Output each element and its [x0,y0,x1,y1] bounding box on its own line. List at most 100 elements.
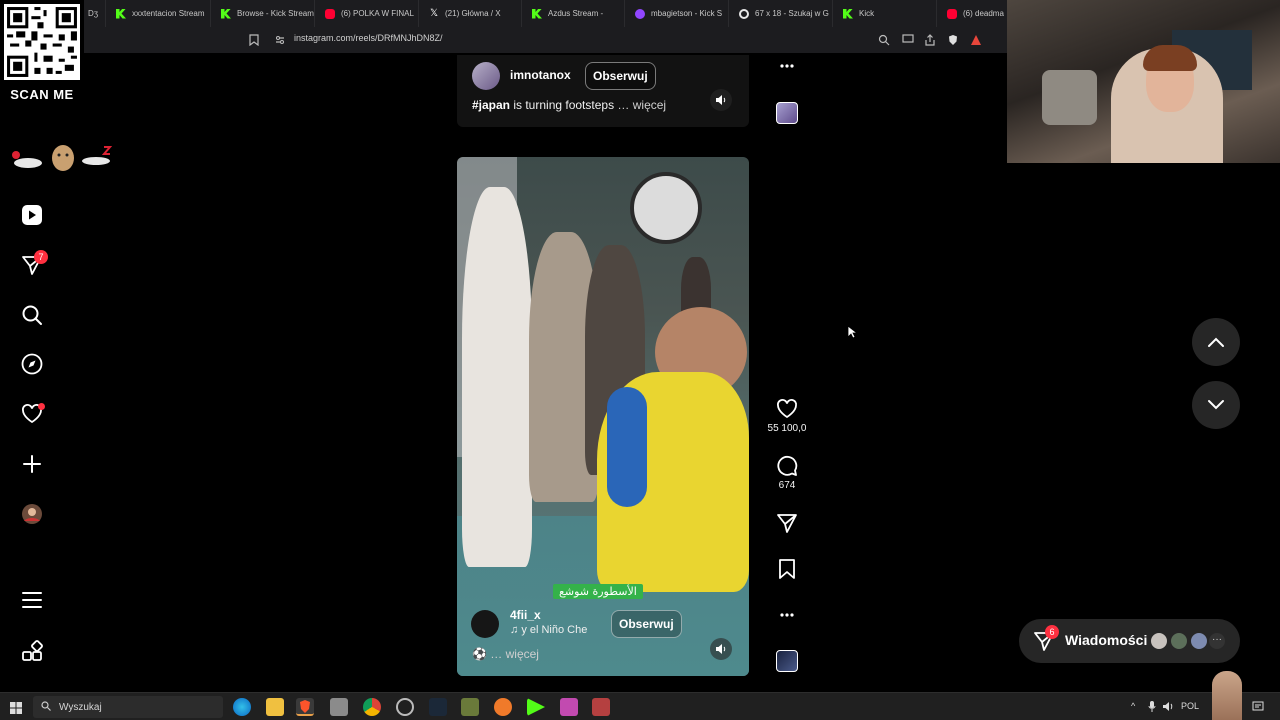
browser-tab[interactable]: Browse - Kick Stream [211,0,315,27]
avatar[interactable] [472,62,500,90]
steam-icon[interactable] [429,698,447,716]
taskbar-search[interactable]: Wyszukaj [33,696,223,718]
direct-messages-nav-icon[interactable]: 7 [20,250,48,277]
volume-icon[interactable] [710,638,732,660]
username[interactable]: imnotanox [510,68,571,82]
app-icon[interactable] [592,698,610,716]
cast-icon[interactable] [902,34,914,46]
qr-label: SCAN ME [10,87,74,102]
messages-label: Wiadomości [1065,632,1148,648]
reel-card-previous[interactable]: imnotanox Obserwuj #japan is turning foo… [457,55,749,127]
google-icon [739,8,749,19]
browser-tab[interactable]: xxxtentacion Stream [106,0,211,27]
microphone-icon[interactable] [1148,701,1156,714]
kick-icon [116,8,126,19]
obs-icon[interactable] [396,698,414,716]
previous-reel-button[interactable] [1192,318,1240,366]
youtube-icon [325,8,335,19]
youtube-icon [947,8,957,19]
qr-code-icon [4,4,80,80]
avatar [1169,631,1189,651]
edge-app-icon[interactable] [233,698,251,716]
bookmark-icon[interactable] [248,34,260,47]
wall-clock [630,172,702,244]
browser-tab[interactable]: 67 x 18 - Szukaj w G [729,0,833,27]
comment-button[interactable]: 674 [772,455,802,491]
mouse-cursor-icon [847,325,857,339]
browser-tab[interactable]: Kick [833,0,937,27]
notification-badge: 7 [34,250,48,264]
follow-button[interactable]: Obserwuj [611,610,682,638]
search-icon[interactable] [20,303,44,327]
webcam-overlay [1007,0,1280,163]
create-plus-icon[interactable] [20,452,44,476]
more-avatars-icon: ··· [1207,631,1227,651]
volume-icon[interactable] [1162,701,1174,714]
kick-icon[interactable] [527,698,545,716]
more-link[interactable]: … więcej [617,98,666,112]
hashtag-link[interactable]: #japan [472,98,510,112]
browser-tab[interactable]: (6) POLKA W FINAL [315,0,419,27]
zoom-icon[interactable] [878,34,890,46]
notifications-icon[interactable] [1252,701,1264,714]
also-from-meta-icon[interactable] [20,639,44,663]
app-icon[interactable] [330,698,348,716]
share-button[interactable] [772,512,802,534]
windows-start-icon[interactable] [10,701,22,719]
save-button[interactable] [772,558,802,580]
reels-nav-icon[interactable] [20,203,44,227]
browser-tab[interactable]: (6) deadma [937,0,1008,27]
profile-avatar[interactable] [20,502,44,526]
browser-tab[interactable]: mbagietson - Kick S [625,0,729,27]
next-reel-button[interactable] [1192,381,1240,429]
messages-button[interactable]: 6 Wiadomości ··· [1019,619,1240,663]
address-bar[interactable]: instagram.com/reels/DRfMNJhDN8Z/ [84,27,1008,53]
more-options-icon[interactable] [772,607,802,623]
browser-tab[interactable]: Azdus Stream - [522,0,625,27]
app-icon[interactable] [494,698,512,716]
app-icon[interactable] [560,698,578,716]
x-icon: 𝕏 [429,7,439,19]
tray-chevron-up-icon[interactable]: ^ [1131,701,1135,711]
screen: Dʒ xxxtentacion Stream Browse - Kick Str… [0,0,1280,720]
language-indicator[interactable]: POL [1181,701,1199,711]
soccer-ball-icon: ⚽ [472,647,487,661]
audio-thumbnail[interactable] [776,650,798,672]
reel-card-current[interactable]: الأسطورة شوشع 4fii_x ♫ y el Niño Che Obs… [457,157,749,676]
heart-icon [777,399,797,419]
caption-text: is turning footsteps [510,98,615,112]
browser-tab-strip: Dʒ xxxtentacion Stream Browse - Kick Str… [0,0,1008,27]
audio-track[interactable]: ♫ y el Niño Che [510,624,587,636]
chevron-down-icon [1208,400,1224,410]
file-explorer-icon[interactable] [266,698,284,716]
avatar [1149,631,1169,651]
reel-caption: ⚽ … więcej [472,647,539,661]
explore-compass-icon[interactable] [20,352,44,376]
reel-caption: #japan is turning footsteps … więcej [472,98,702,112]
more-link[interactable]: … więcej [490,647,539,661]
like-button[interactable]: 55 100,0 [768,398,806,434]
bookmark-icon [779,559,795,579]
browser-tab[interactable]: 𝕏 (21) Główna / X [419,0,522,27]
minecraft-icon[interactable] [461,698,479,716]
site-settings-icon[interactable] [274,34,286,46]
browser-tab[interactable]: Dʒ [84,0,106,27]
avatar[interactable] [471,610,499,638]
brave-rewards-icon[interactable] [970,34,982,46]
share-icon[interactable] [924,34,936,46]
more-menu-icon[interactable] [20,588,44,612]
audio-thumbnail[interactable] [776,102,798,124]
volume-icon[interactable] [710,89,732,111]
follow-button[interactable]: Obserwuj [585,62,656,90]
chrome-icon[interactable] [363,698,381,716]
username[interactable]: 4fii_x [510,608,541,622]
windows-taskbar: Wyszukaj ^ POL [0,671,1280,720]
more-options-icon[interactable] [772,58,802,74]
brave-browser-icon[interactable] [296,698,314,716]
url-text[interactable]: instagram.com/reels/DRfMNJhDN8Z/ [294,33,443,43]
video-subtitle: الأسطورة شوشع [553,584,643,599]
kick-icon [843,8,853,19]
kick-icon [221,8,231,19]
brave-shield-icon[interactable] [947,34,959,46]
notifications-heart-icon[interactable] [20,402,45,426]
